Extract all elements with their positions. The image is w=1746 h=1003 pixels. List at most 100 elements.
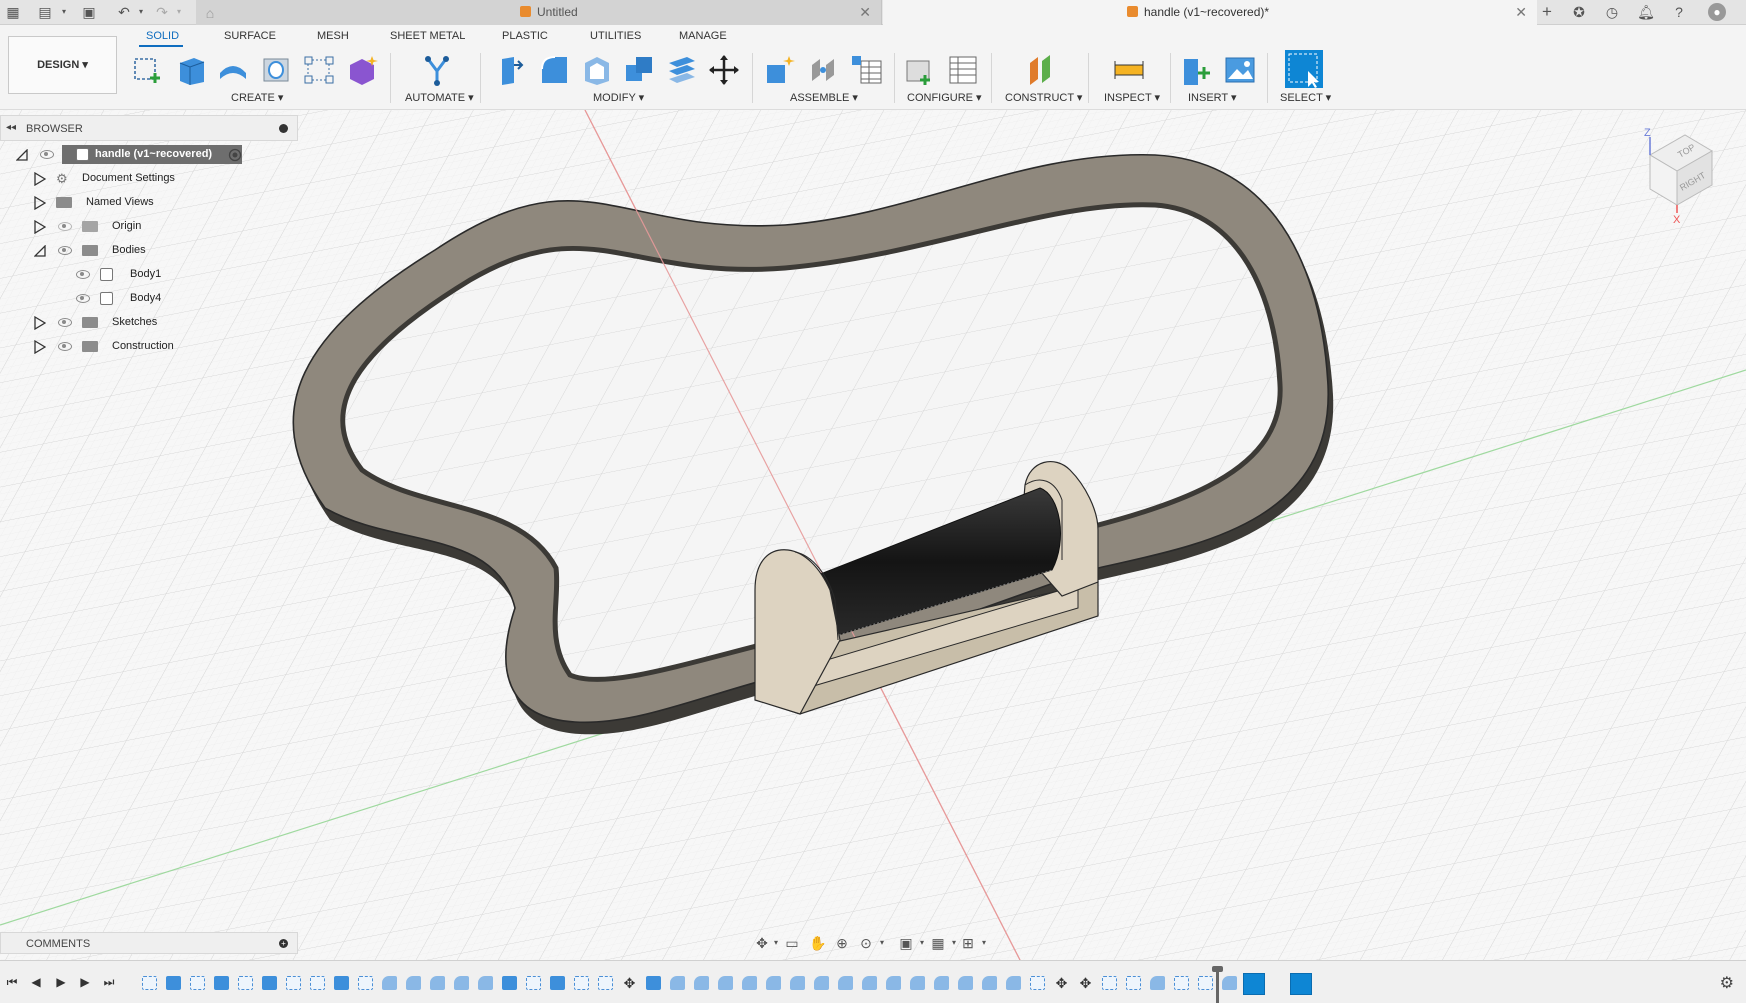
expand-down-icon[interactable] [34, 245, 46, 257]
model-canvas[interactable] [0, 110, 1746, 960]
timeline-feature-icon[interactable] [454, 976, 469, 990]
tab-untitled[interactable]: Untitled ✕ [196, 0, 882, 25]
timeline-feature-icon[interactable] [1102, 976, 1117, 990]
timeline-feature-icon[interactable] [1174, 976, 1189, 990]
timeline-feature-icon[interactable] [910, 976, 925, 990]
timeline-move-feature-icon[interactable]: ✥ [1054, 976, 1069, 990]
timeline-feature-icon[interactable] [1222, 976, 1237, 990]
timeline-feature-icon[interactable] [742, 976, 757, 990]
insert-menu[interactable]: INSERT ▾ [1188, 91, 1237, 104]
close-tab-handle-icon[interactable]: ✕ [1515, 0, 1527, 25]
timeline-feature-icon[interactable] [1198, 976, 1213, 990]
visibility-eye-icon[interactable] [58, 246, 72, 255]
tab-solid[interactable]: SOLID [146, 30, 179, 42]
timeline-feature-icon[interactable] [502, 976, 517, 990]
timeline-move-feature-icon[interactable]: ✥ [622, 976, 637, 990]
browser-item-bodies[interactable]: Bodies [30, 240, 190, 261]
home-icon[interactable]: ⌂ [196, 3, 224, 23]
fillet-icon[interactable] [537, 53, 571, 87]
timeline-feature-icon[interactable] [982, 976, 997, 990]
zoom-icon[interactable]: ⊕ [832, 934, 852, 952]
hole-icon[interactable] [259, 53, 293, 87]
tab-handle[interactable]: handle (v1~recovered)* ✕ [883, 0, 1537, 25]
timeline-feature-icon[interactable] [382, 976, 397, 990]
file-menu-chevron-icon[interactable]: ▾ [55, 3, 73, 21]
redo-chevron-icon[interactable]: ▾ [170, 3, 188, 21]
offset-face-icon[interactable] [665, 53, 699, 87]
insert-derive-icon[interactable] [1180, 53, 1214, 87]
timeline-feature-icon[interactable] [598, 976, 613, 990]
timeline-feature-icon[interactable] [430, 976, 445, 990]
timeline-settings-gear-icon[interactable]: ⚙ [1720, 973, 1734, 993]
timeline-feature-icon[interactable] [334, 976, 349, 990]
comments-panel[interactable]: COMMENTS + [0, 932, 298, 954]
timeline-selected-feature[interactable] [1290, 973, 1312, 995]
user-avatar[interactable]: ● [1708, 3, 1726, 21]
new-component-icon[interactable] [763, 53, 797, 87]
browser-item-named-views[interactable]: Named Views [30, 192, 190, 213]
step-forward-icon[interactable]: ▶ [77, 974, 93, 990]
timeline-feature-icon[interactable] [718, 976, 733, 990]
visibility-eye-icon[interactable] [58, 318, 72, 327]
select-menu[interactable]: SELECT ▾ [1280, 91, 1331, 104]
timeline-feature-icon[interactable] [310, 976, 325, 990]
pan-icon[interactable]: ✋ [808, 934, 828, 952]
undo-chevron-icon[interactable]: ▾ [132, 3, 150, 21]
configure-icon[interactable] [903, 53, 937, 87]
automate-menu[interactable]: AUTOMATE ▾ [405, 91, 474, 104]
expand-right-icon[interactable] [34, 220, 46, 234]
timeline-feature-icon[interactable] [238, 976, 253, 990]
form-icon[interactable] [345, 53, 379, 87]
pattern-icon[interactable] [302, 53, 336, 87]
activate-radio-icon[interactable] [228, 148, 242, 162]
timeline-feature-icon[interactable] [958, 976, 973, 990]
notifications-icon[interactable]: 🔔︎ [1637, 3, 1655, 21]
timeline-marker[interactable] [1212, 966, 1223, 1003]
combine-icon[interactable] [622, 53, 656, 87]
configure-menu[interactable]: CONFIGURE ▾ [907, 91, 982, 104]
timeline-feature-icon[interactable] [550, 976, 565, 990]
expand-right-icon[interactable] [34, 340, 46, 354]
move-copy-icon[interactable] [707, 53, 741, 87]
timeline-feature-icon[interactable] [526, 976, 541, 990]
timeline-feature-icon[interactable] [790, 976, 805, 990]
add-comment-button[interactable]: + [279, 939, 288, 948]
timeline-feature-icon[interactable] [166, 976, 181, 990]
help-icon[interactable]: ? [1670, 3, 1688, 21]
browser-item-origin[interactable]: Origin [30, 216, 190, 237]
fit-chevron-icon[interactable]: ▾ [872, 934, 892, 952]
job-status-icon[interactable]: ◷ [1603, 3, 1621, 21]
timeline-feature-icon[interactable] [574, 976, 589, 990]
timeline-feature-icon[interactable] [646, 976, 661, 990]
expand-right-icon[interactable] [34, 316, 46, 330]
browser-root-row[interactable]: handle (v1~recovered) [14, 144, 254, 165]
undo-icon[interactable]: ↶ [115, 3, 133, 21]
timeline-feature-icon[interactable] [286, 976, 301, 990]
extensions-icon[interactable]: ✪ [1570, 3, 1588, 21]
timeline-feature-icon[interactable] [814, 976, 829, 990]
tab-manage[interactable]: MANAGE [679, 30, 727, 42]
look-at-icon[interactable]: ▭ [782, 934, 802, 952]
timeline-feature-icon[interactable] [1150, 976, 1165, 990]
extrude-icon[interactable] [174, 53, 208, 87]
timeline-feature-icon[interactable] [358, 976, 373, 990]
browser-item-construction[interactable]: Construction [30, 336, 200, 357]
timeline-feature-icon[interactable] [262, 976, 277, 990]
timeline-feature-icon[interactable] [478, 976, 493, 990]
tab-plastic[interactable]: PLASTIC [502, 30, 548, 42]
visibility-eye-icon[interactable] [40, 150, 54, 159]
timeline-feature-icon[interactable] [766, 976, 781, 990]
timeline-feature-icon[interactable] [190, 976, 205, 990]
construct-menu[interactable]: CONSTRUCT ▾ [1005, 91, 1082, 104]
timeline-feature-icon[interactable] [670, 976, 685, 990]
expand-right-icon[interactable] [34, 196, 46, 210]
timeline-selected-feature[interactable] [1243, 973, 1265, 995]
inspect-menu[interactable]: INSPECT ▾ [1104, 91, 1160, 104]
timeline-feature-icon[interactable] [1126, 976, 1141, 990]
timeline-feature-icon[interactable] [1030, 976, 1045, 990]
timeline-move-feature-icon[interactable]: ✥ [1078, 976, 1093, 990]
visibility-eye-icon[interactable] [58, 342, 72, 351]
canvas-viewport[interactable]: TOP RIGHT Z X [0, 110, 1746, 960]
play-icon[interactable]: ▶ [53, 974, 69, 990]
browser-item-body1[interactable]: Body1 [70, 264, 190, 285]
